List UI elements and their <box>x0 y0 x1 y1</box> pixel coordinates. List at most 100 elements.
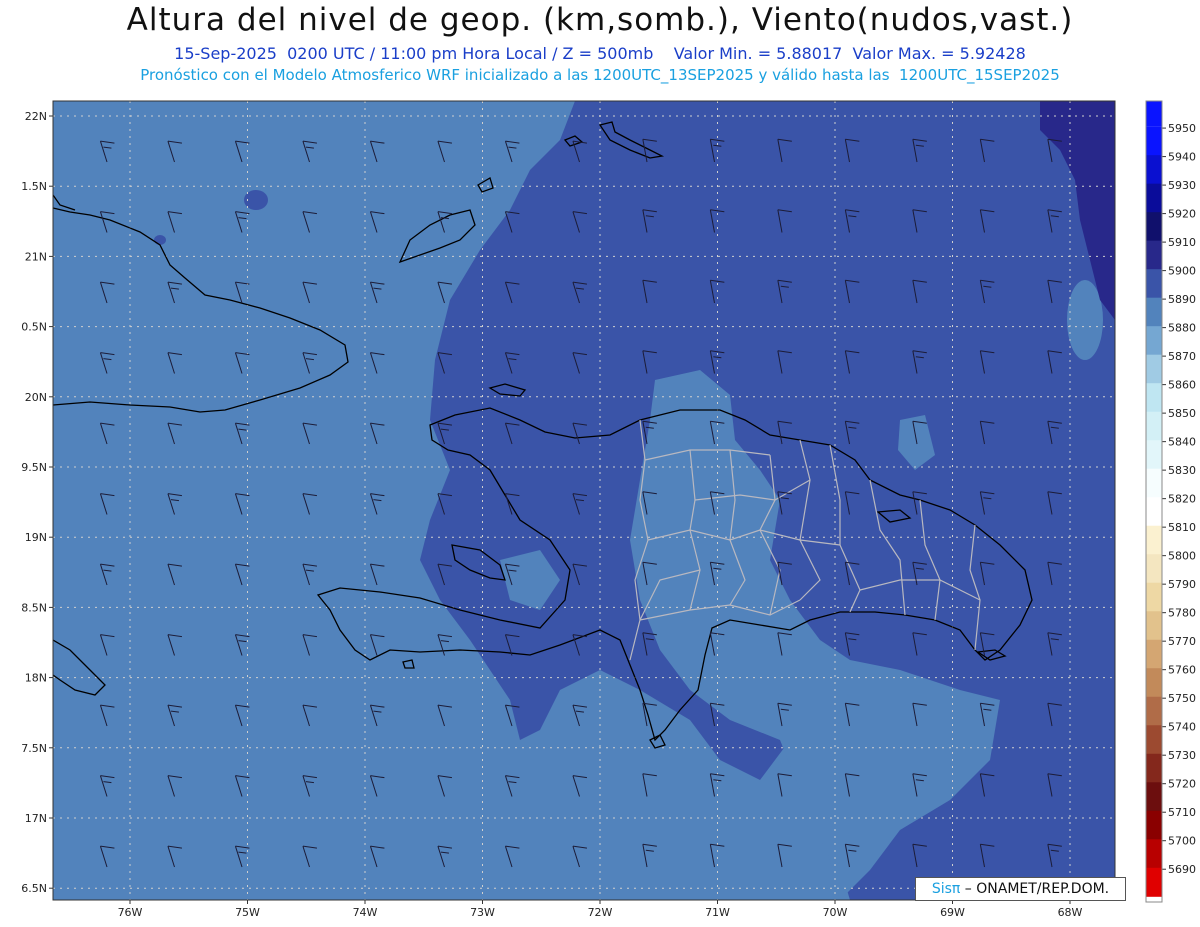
lon-label: 75W <box>235 906 260 919</box>
contour-5890-patch-4 <box>1067 280 1103 360</box>
colorbar-label: 5740 <box>1168 721 1196 734</box>
wind-barb <box>1114 350 1115 352</box>
colorbar-swatch <box>1146 668 1162 698</box>
valid-time-subtitle: 15-Sep-2025 0200 UTC / 11:00 pm Hora Loc… <box>174 44 1026 63</box>
colorbar-swatch <box>1146 155 1162 185</box>
contour-5900-blob-2 <box>154 235 166 245</box>
colorbar-swatch <box>1146 867 1162 897</box>
wind-barb <box>1114 280 1115 282</box>
colorbar-swatch <box>1146 383 1162 413</box>
wind-barb <box>1114 703 1115 705</box>
wind-barb <box>573 917 587 927</box>
wind-barb <box>1114 209 1115 211</box>
wind-barb <box>643 915 657 927</box>
colorbar-label: 5760 <box>1168 664 1196 677</box>
wind-barb <box>1114 773 1115 775</box>
colorbar-swatch <box>1146 297 1162 327</box>
colorbar-swatch <box>1146 696 1162 726</box>
colorbar-swatch <box>1146 611 1162 641</box>
wind-barb <box>1114 632 1115 634</box>
colorbar-swatch <box>1146 525 1162 555</box>
colorbar-swatch <box>1146 497 1162 527</box>
colorbar: 5950 5940 5930 5920 5910 5900 5890 5880 5870 5860… <box>1145 100 1196 903</box>
colorbar-swatch <box>1146 582 1162 612</box>
colorbar-swatch <box>1146 183 1162 213</box>
colorbar-swatch <box>1146 639 1162 669</box>
colorbar-label: 5900 <box>1168 265 1196 278</box>
lon-label: 71W <box>705 906 730 919</box>
latitude-axis: 22N 1.5N 21N 0.5N 20N 9.5N 19N 8.5N 18N 7.5N 17N 6.… <box>21 110 53 895</box>
colorbar-swatch <box>1146 411 1162 441</box>
colorbar-label: 5950 <box>1168 122 1196 135</box>
wind-barb <box>913 915 927 927</box>
colorbar-swatch <box>1146 725 1162 755</box>
colorbar-label: 5710 <box>1168 806 1196 819</box>
lon-label: 74W <box>353 906 378 919</box>
lon-label: 76W <box>118 906 143 919</box>
wind-barb <box>1115 915 1129 927</box>
wind-barb <box>505 917 519 927</box>
wind-barb <box>303 917 317 927</box>
map-title: Altura del nivel de geop. (km,somb.), Vi… <box>126 2 1074 38</box>
lat-label: 22N <box>25 110 47 123</box>
colorbar-swatch <box>1146 354 1162 384</box>
lat-label: 6.5N <box>21 882 47 895</box>
colorbar-label: 5870 <box>1168 350 1196 363</box>
wind-barb <box>168 917 182 927</box>
lon-label: 72W <box>588 906 613 919</box>
colorbar-label: 5840 <box>1168 436 1196 449</box>
lon-label: 73W <box>470 906 495 919</box>
credit-text: – ONAMET/REP.DOM. <box>960 881 1110 897</box>
colorbar-swatch <box>1146 782 1162 812</box>
colorbar-label: 5730 <box>1168 749 1196 762</box>
wind-barb <box>1114 491 1115 493</box>
wind-barb <box>980 915 994 927</box>
colorbar-cap <box>1146 101 1162 127</box>
colorbar-swatch <box>1146 468 1162 498</box>
colorbar-label: 5920 <box>1168 208 1196 221</box>
lon-label: 69W <box>940 906 965 919</box>
wind-barb <box>438 917 452 927</box>
wind-barb <box>845 915 859 927</box>
colorbar-label: 5940 <box>1168 151 1196 164</box>
sispi-logo: Sisπ <box>931 881 961 897</box>
colorbar-label: 5880 <box>1168 322 1196 335</box>
longitude-axis: 76W 75W 74W 73W 72W 71W 70W 69W 68W <box>118 900 1083 919</box>
colorbar-label: 5770 <box>1168 635 1196 648</box>
colorbar-label: 5750 <box>1168 692 1196 705</box>
colorbar-label: 5860 <box>1168 379 1196 392</box>
model-info-line: Pronóstico con el Modelo Atmosferico WRF… <box>140 66 1060 84</box>
colorbar-swatch <box>1146 269 1162 299</box>
wind-barb <box>1114 139 1115 141</box>
colorbar-label: 5700 <box>1168 835 1196 848</box>
colorbar-swatch <box>1146 326 1162 356</box>
colorbar-swatch <box>1146 440 1162 470</box>
wind-barb <box>1114 562 1115 564</box>
colorbar-label: 5690 <box>1168 863 1196 876</box>
wind-barb <box>778 915 792 927</box>
lat-label: 19N <box>25 531 47 544</box>
lat-label: 18N <box>25 672 47 685</box>
lat-label: 20N <box>25 391 47 404</box>
colorbar-label: 5780 <box>1168 607 1196 620</box>
lat-label: 7.5N <box>21 742 47 755</box>
credit-box: Sisπ – ONAMET/REP.DOM. <box>915 877 1126 901</box>
wind-barb <box>100 917 114 927</box>
lon-label: 68W <box>1058 906 1083 919</box>
colorbar-swatch <box>1146 810 1162 840</box>
lat-label: 1.5N <box>21 180 47 193</box>
colorbar-swatch <box>1146 126 1162 156</box>
colorbar-label: 5910 <box>1168 236 1196 249</box>
colorbar-label: 5820 <box>1168 493 1196 506</box>
colorbar-swatch <box>1146 212 1162 242</box>
lat-label: 9.5N <box>21 461 47 474</box>
wind-barb <box>1114 844 1115 846</box>
lat-label: 21N <box>25 250 47 263</box>
lat-label: 0.5N <box>21 321 47 334</box>
colorbar-swatch <box>1146 240 1162 270</box>
colorbar-label: 5850 <box>1168 407 1196 420</box>
colorbar-label: 5720 <box>1168 778 1196 791</box>
colorbar-swatch <box>1146 839 1162 869</box>
colorbar-label: 5790 <box>1168 578 1196 591</box>
colorbar-label: 5890 <box>1168 293 1196 306</box>
